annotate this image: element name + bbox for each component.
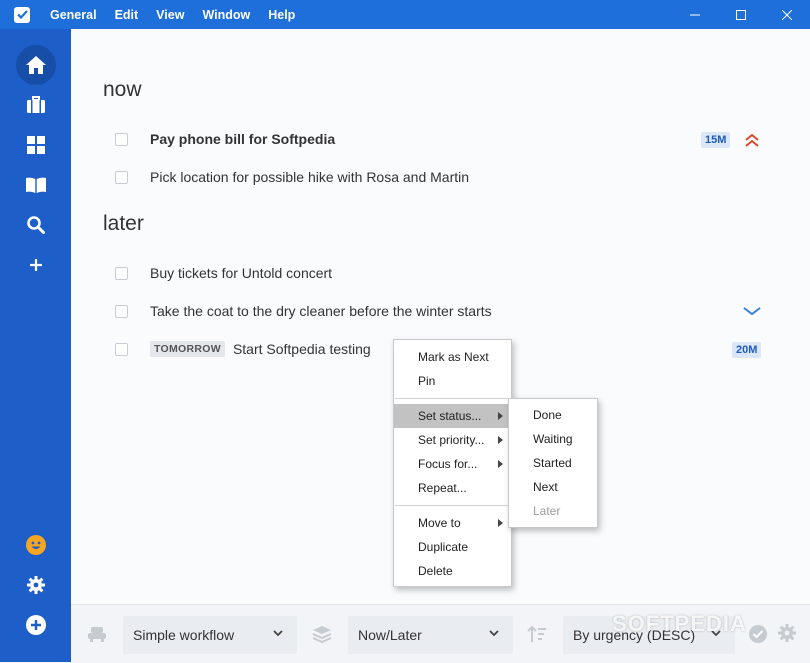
grouping-select[interactable]: Now/Later xyxy=(348,616,513,654)
menu-bar: General Edit View Window Help xyxy=(40,8,303,22)
duration-badge: 20M xyxy=(732,342,762,358)
maximize-icon xyxy=(736,9,746,20)
close-button[interactable] xyxy=(764,0,810,29)
task-checkbox[interactable] xyxy=(115,266,128,280)
sidebar-journal-button[interactable] xyxy=(16,165,56,205)
status-option-done[interactable]: Done xyxy=(509,403,597,427)
task-checkbox[interactable] xyxy=(115,132,128,146)
menu-item-pin[interactable]: Pin xyxy=(394,369,511,393)
minimize-button[interactable] xyxy=(672,0,718,29)
task-checkbox[interactable] xyxy=(115,170,128,184)
context-menu: Mark as Next Pin Set status... Set prior… xyxy=(393,339,512,587)
menu-item-move-to[interactable]: Move to xyxy=(394,511,511,535)
view-settings-icon[interactable] xyxy=(778,624,796,642)
workflow-select[interactable]: Simple workflow xyxy=(123,616,297,654)
sidebar-new-task-button[interactable] xyxy=(16,605,56,645)
sort-icon xyxy=(527,625,546,642)
home-icon xyxy=(26,56,46,74)
task-text: Take the coat to the dry cleaner before … xyxy=(150,303,492,319)
sidebar-mood-button[interactable] xyxy=(16,525,56,565)
chevron-down-icon xyxy=(489,630,499,637)
submenu-arrow-icon xyxy=(498,460,503,468)
menu-item-label: Focus for... xyxy=(418,457,478,471)
task-checkbox[interactable] xyxy=(115,304,128,318)
menu-separator xyxy=(395,398,510,399)
submenu-arrow-icon xyxy=(498,412,503,420)
menu-edit[interactable]: Edit xyxy=(115,8,139,22)
menu-view[interactable]: View xyxy=(156,8,184,22)
task-text: Pick location for possible hike with Ros… xyxy=(150,169,470,185)
menu-item-mark-as-next[interactable]: Mark as Next xyxy=(394,345,511,369)
menu-item-label: Set priority... xyxy=(418,433,485,447)
maximize-button[interactable] xyxy=(718,0,764,29)
sidebar-search-button[interactable] xyxy=(16,205,56,245)
layers-icon xyxy=(312,626,332,643)
menu-window[interactable]: Window xyxy=(202,8,250,22)
menu-item-repeat[interactable]: Repeat... xyxy=(394,476,511,500)
task-row[interactable]: Pick location for possible hike with Ros… xyxy=(115,165,775,189)
menu-general[interactable]: General xyxy=(50,8,97,22)
close-icon xyxy=(782,9,792,20)
workflow-icon xyxy=(88,627,106,642)
watermark: SOFTPEDIA xyxy=(612,611,747,636)
status-option-next[interactable]: Next xyxy=(509,475,597,499)
done-filter-icon[interactable] xyxy=(748,624,768,644)
task-row[interactable]: Pay phone bill for Softpedia xyxy=(115,127,775,151)
sidebar-settings-button[interactable] xyxy=(16,565,56,605)
high-priority-icon[interactable] xyxy=(744,133,760,147)
menu-item-label: Move to xyxy=(418,516,461,530)
sidebar-projects-button[interactable] xyxy=(16,85,56,125)
smiley-icon xyxy=(26,535,46,555)
menu-item-set-priority[interactable]: Set priority... xyxy=(394,428,511,452)
title-bar: General Edit View Window Help xyxy=(0,0,810,29)
status-option-started[interactable]: Started xyxy=(509,451,597,475)
task-text: Start Softpedia testing xyxy=(232,341,371,357)
task-row[interactable]: Take the coat to the dry cleaner before … xyxy=(115,299,775,323)
menu-separator xyxy=(395,505,510,506)
menu-item-label: Set status... xyxy=(418,409,482,423)
add-circle-icon xyxy=(26,615,46,635)
submenu-arrow-icon xyxy=(498,519,503,527)
task-text: Pay phone bill for Softpedia xyxy=(150,131,336,147)
sidebar xyxy=(0,29,71,662)
section-title-now: now xyxy=(103,78,142,101)
window-controls xyxy=(672,0,810,29)
task-checkbox[interactable] xyxy=(115,342,128,356)
dashboard-icon xyxy=(27,136,45,154)
sidebar-home-button[interactable] xyxy=(16,45,56,85)
duration-badge: 15M xyxy=(701,132,731,148)
briefcase-icon xyxy=(27,96,45,113)
sidebar-add-button[interactable] xyxy=(16,245,56,285)
search-icon xyxy=(27,216,45,234)
status-option-waiting[interactable]: Waiting xyxy=(509,427,597,451)
status-submenu: Done Waiting Started Next Later xyxy=(508,398,598,528)
section-title-later: later xyxy=(103,212,144,235)
low-priority-icon[interactable] xyxy=(743,306,761,316)
chevron-down-icon xyxy=(273,630,283,637)
submenu-arrow-icon xyxy=(498,436,503,444)
task-row[interactable]: Buy tickets for Untold concert xyxy=(115,261,775,285)
menu-item-focus-for[interactable]: Focus for... xyxy=(394,452,511,476)
app-check-icon xyxy=(14,6,30,23)
grouping-select-value: Now/Later xyxy=(358,627,422,643)
menu-item-delete[interactable]: Delete xyxy=(394,559,511,583)
minimize-icon xyxy=(690,14,700,15)
gear-icon xyxy=(27,576,45,594)
plus-icon xyxy=(30,259,42,271)
due-tag: TOMORROW xyxy=(150,341,225,357)
status-option-later: Later xyxy=(533,504,561,518)
sidebar-dashboard-button[interactable] xyxy=(16,125,56,165)
menu-help[interactable]: Help xyxy=(268,8,295,22)
task-text: Buy tickets for Untold concert xyxy=(150,265,333,281)
book-icon xyxy=(26,177,46,193)
menu-item-duplicate[interactable]: Duplicate xyxy=(394,535,511,559)
workflow-select-value: Simple workflow xyxy=(133,627,235,643)
menu-item-set-status[interactable]: Set status... xyxy=(394,404,511,428)
